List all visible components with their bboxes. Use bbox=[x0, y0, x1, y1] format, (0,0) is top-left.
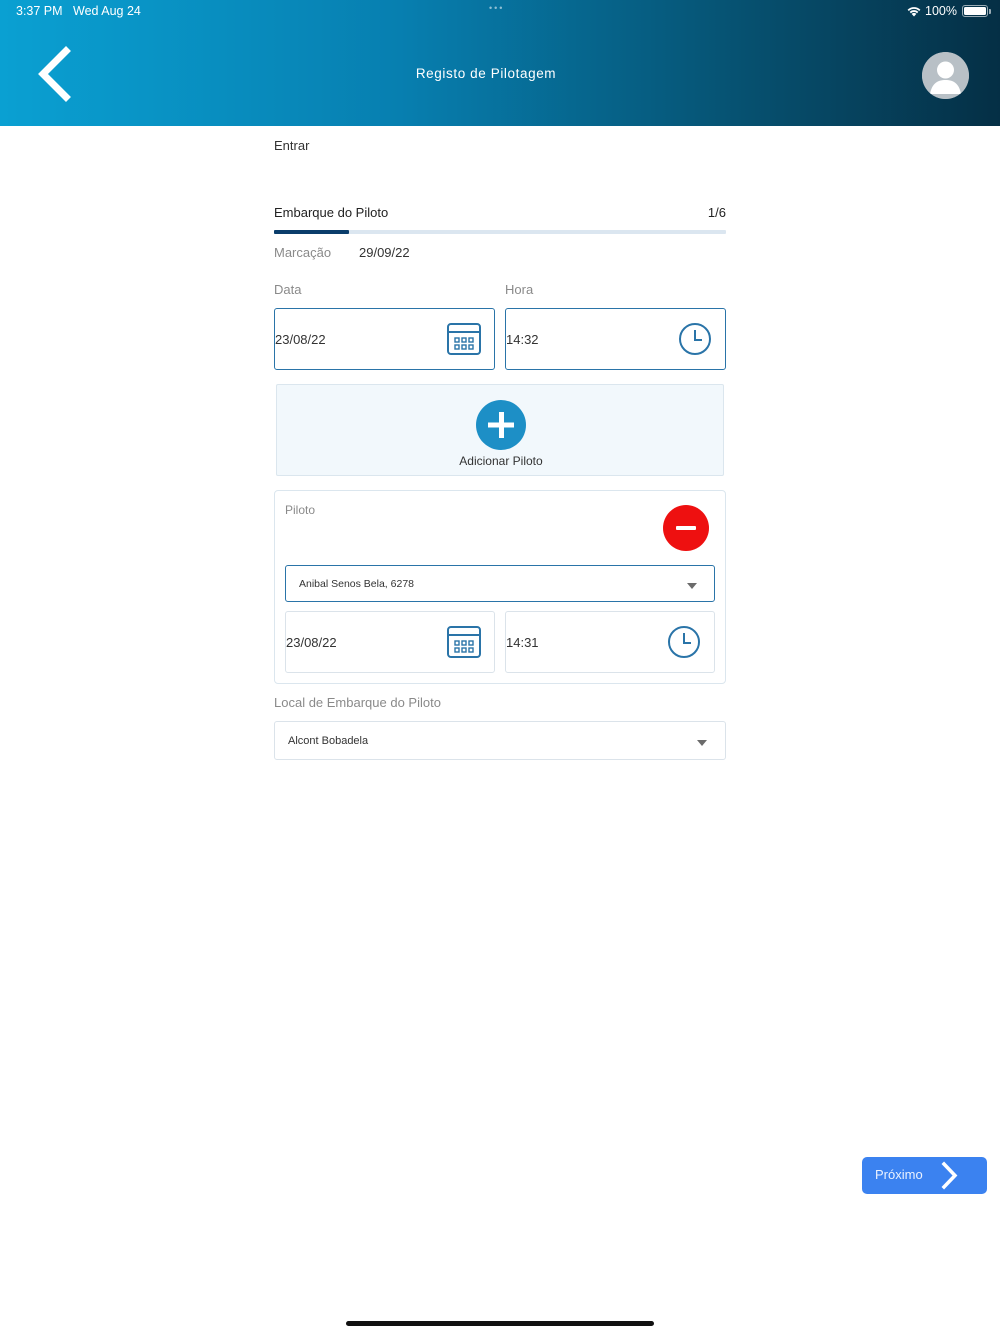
marcacao-label: Marcação bbox=[274, 245, 332, 260]
home-indicator[interactable] bbox=[346, 1321, 654, 1326]
hora-label: Hora bbox=[505, 282, 534, 297]
pilot-time-field[interactable]: 14:31 bbox=[505, 611, 715, 673]
remove-pilot-button[interactable] bbox=[663, 505, 709, 551]
boarding-location-label: Local de Embarque do Piloto bbox=[274, 695, 441, 710]
multitasking-dots[interactable]: ••• bbox=[489, 3, 504, 13]
step-title: Embarque do Piloto bbox=[274, 205, 389, 220]
step-progress-fill bbox=[274, 230, 350, 234]
pilot-time-value: 14:31 bbox=[506, 634, 539, 650]
boarding-location-select[interactable]: Alcont Bobadela bbox=[274, 721, 726, 760]
pilot-select[interactable]: Anibal Senos Bela, 6278 bbox=[285, 565, 715, 602]
add-pilot-panel[interactable]: Adicionar Piloto bbox=[276, 384, 724, 476]
pilot-date-value: 23/08/22 bbox=[286, 634, 337, 650]
battery-icon bbox=[962, 5, 991, 17]
marcacao-value: 29/09/22 bbox=[359, 245, 410, 260]
status-bar: 3:37 PM Wed Aug 24 ••• 100% bbox=[0, 0, 1000, 24]
chevron-right-icon bbox=[941, 1161, 958, 1190]
date-value: 23/08/22 bbox=[275, 331, 326, 347]
section-label: Entrar bbox=[274, 138, 310, 153]
clock-icon[interactable] bbox=[666, 624, 702, 660]
next-button[interactable]: Próximo bbox=[862, 1157, 987, 1194]
pilot-date-field[interactable]: 23/08/22 bbox=[285, 611, 495, 673]
app-header: 3:37 PM Wed Aug 24 ••• 100% Registo de P… bbox=[0, 0, 1000, 126]
chevron-down-icon bbox=[687, 583, 697, 589]
status-date: Wed Aug 24 bbox=[73, 4, 141, 18]
step-counter: 1/6 bbox=[707, 205, 726, 220]
avatar[interactable] bbox=[922, 52, 969, 99]
date-field[interactable]: 23/08/22 bbox=[274, 308, 495, 370]
calendar-icon[interactable] bbox=[446, 321, 482, 357]
status-right: 100% bbox=[906, 4, 991, 18]
add-pilot-button[interactable] bbox=[476, 400, 526, 450]
time-field[interactable]: 14:32 bbox=[505, 308, 726, 370]
step-progress-bar bbox=[274, 230, 726, 234]
back-button[interactable] bbox=[30, 45, 80, 103]
pilot-card: Piloto Anibal Senos Bela, 6278 23/08/22 … bbox=[274, 490, 726, 684]
plus-circle-icon bbox=[488, 412, 514, 438]
pilot-select-value: Anibal Senos Bela, 6278 bbox=[299, 577, 415, 590]
calendar-icon[interactable] bbox=[446, 624, 482, 660]
page-title: Registo de Pilotagem bbox=[415, 66, 557, 81]
clock-icon[interactable] bbox=[677, 321, 713, 357]
pilot-label: Piloto bbox=[285, 503, 316, 517]
wifi-icon bbox=[907, 7, 921, 17]
battery-percent: 100% bbox=[925, 4, 957, 18]
add-pilot-label: Adicionar Piloto bbox=[459, 454, 543, 468]
chevron-left-icon bbox=[38, 46, 71, 102]
next-button-label: Próximo bbox=[875, 1167, 923, 1182]
time-value: 14:32 bbox=[506, 331, 539, 347]
user-avatar-icon bbox=[922, 52, 969, 99]
boarding-location-value: Alcont Bobadela bbox=[288, 734, 369, 747]
data-label: Data bbox=[274, 282, 302, 297]
status-time: 3:37 PM bbox=[16, 4, 63, 18]
chevron-down-icon bbox=[697, 740, 707, 746]
